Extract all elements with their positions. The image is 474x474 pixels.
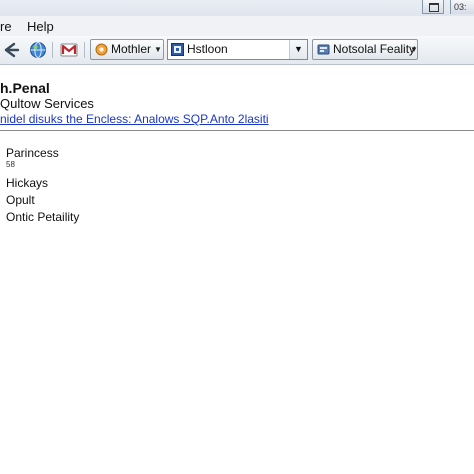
mothler-dropdown-label: Mothler: [111, 42, 152, 56]
mail-icon[interactable]: [58, 39, 80, 61]
chevron-down-icon: ▼: [154, 45, 162, 54]
toolbar: Mothler ▼ Hstloon ▼ Notsolal Feality ▼: [0, 36, 474, 65]
title-bar: 03:: [0, 0, 474, 17]
notsolal-feality-dropdown[interactable]: Notsolal Feality ▼: [312, 39, 418, 60]
description-link[interactable]: nidel disuks the Encless: Analows SQP.An…: [0, 112, 269, 126]
toolbar-separator: [84, 42, 85, 58]
back-arrow-icon[interactable]: [0, 39, 22, 61]
app-icon: [171, 43, 184, 56]
restore-icon[interactable]: [422, 0, 444, 14]
tool-icon: [317, 43, 330, 56]
list-item-count: 58: [6, 160, 15, 169]
list-item-parincess[interactable]: Parincess: [6, 146, 59, 160]
page-title: h.Penal: [0, 80, 50, 96]
globe-icon[interactable]: [27, 39, 49, 61]
menu-item-help[interactable]: Help: [27, 19, 54, 34]
orange-circle-icon: [95, 43, 108, 56]
page-subtitle: Qultow Services: [0, 96, 94, 111]
chevron-down-icon[interactable]: ▼: [289, 40, 307, 59]
notsolal-feality-label: Notsolal Feality: [333, 42, 416, 56]
list-item-ontic-petaility[interactable]: Ontic Petaility: [6, 210, 79, 224]
address-combo[interactable]: Hstloon ▼: [167, 39, 308, 60]
list-item-opult[interactable]: Opult: [6, 193, 35, 207]
divider: [0, 130, 474, 131]
toolbar-separator: [52, 42, 53, 58]
chevron-down-icon: ▼: [410, 45, 418, 54]
address-combo-value: Hstloon: [187, 42, 228, 56]
list-item-hickays[interactable]: Hickays: [6, 176, 48, 190]
menu-bar: re Help: [0, 16, 474, 37]
mothler-dropdown[interactable]: Mothler ▼: [90, 39, 164, 60]
menu-item-tools[interactable]: re: [0, 19, 12, 34]
status-badge: 03:: [450, 0, 474, 14]
browser-window: 03: re Help Mothler ▼ Hstloon ▼ Notsolal…: [0, 0, 474, 474]
